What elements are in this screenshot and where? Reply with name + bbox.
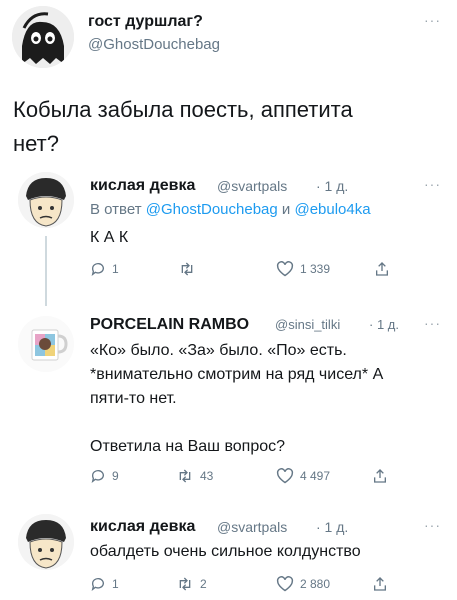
like-count: 2 880 [300,577,331,591]
retweet-button[interactable] [178,261,202,277]
retweet-button[interactable]: 43 [176,468,213,484]
reply-button[interactable]: 9 [90,468,119,484]
share-button[interactable] [374,261,390,277]
retweet-count: 2 [200,577,207,591]
avatar-ghostdouchebag[interactable] [12,6,74,68]
avatar-svartpals[interactable] [18,514,74,570]
heart-icon [276,468,294,484]
reply2-text-line4: Ответила на Ваш вопрос? [90,438,286,455]
share-icon [374,577,386,591]
share-icon [376,262,388,276]
like-button[interactable]: 1 339 [276,261,330,277]
share-icon [374,469,386,483]
share-button[interactable] [372,576,388,592]
reply3-author-handle[interactable]: @svartpals [217,519,287,535]
reply-count: 1 [112,262,119,276]
replying-user-link-2[interactable]: @ebulo4ka [294,201,370,218]
retweet-count: 43 [200,469,214,483]
reply2-actions: 9 43 4 497 [90,468,410,486]
reply-button[interactable]: 1 [90,576,119,592]
like-count: 1 339 [300,262,331,276]
original-author-name[interactable]: гост дуршлаг? [88,13,203,31]
retweet-icon [179,577,191,591]
reply3-text: обалдеть очень сильное колдунство [90,543,361,560]
like-button[interactable]: 2 880 [276,576,330,592]
wojak-avatar-icon [18,172,74,228]
like-count: 4 497 [300,469,331,483]
reply-button[interactable]: 1 [90,261,119,277]
reply-count: 9 [112,469,119,483]
like-button[interactable]: 4 497 [276,468,330,484]
retweet-icon [179,469,191,483]
more-options-icon[interactable]: ··· [424,176,441,192]
reply1-actions: 1 1 339 [90,261,410,279]
replying-prefix: В ответ [90,201,142,218]
original-author-handle[interactable]: @GhostDouchebag [88,36,220,53]
replying-user-link-1[interactable]: @GhostDouchebag [146,201,278,218]
ghost-avatar-icon [12,6,74,68]
reply1-timestamp[interactable]: · 1 д. [316,178,348,194]
reply1-text: К А К [90,229,129,246]
reply1-replying-to: В ответ @GhostDouchebag и @ebulo4ka [90,201,371,218]
more-options-icon[interactable]: ··· [424,517,441,533]
original-tweet-text-line2: нет? [13,131,59,156]
reply2-text-line2: *внимательно смотрим на ряд чисел* А [90,366,384,383]
reply3-timestamp[interactable]: · 1 д. [316,519,348,535]
reply3-author-name[interactable]: кислая девка [90,518,195,536]
reply2-timestamp[interactable]: · 1 д. [369,317,399,332]
heart-icon [276,576,294,592]
thread-line [45,236,47,306]
retweet-icon [181,262,193,276]
wojak-avatar-icon [18,514,74,570]
reply-icon [91,578,104,591]
reply-count: 1 [112,577,119,591]
original-tweet-text-line1: Кобыла забыла поесть, аппетита [13,97,353,122]
avatar-sinsi-tilki[interactable] [18,316,74,372]
retweet-button[interactable]: 2 [176,576,207,592]
share-button[interactable] [372,468,388,484]
reply1-author-handle[interactable]: @svartpals [217,178,287,194]
reply2-author-handle[interactable]: @sinsi_tilki [275,317,340,332]
more-options-icon[interactable]: ··· [424,315,441,331]
more-options-icon[interactable]: ··· [424,12,441,28]
avatar-svartpals[interactable] [18,172,74,228]
reply3-actions: 1 2 2 880 [90,576,410,594]
reply-icon [91,470,104,483]
reply2-text-line3: пяти-то нет. [90,390,177,407]
reply-icon [91,263,104,276]
replying-and: и [281,201,291,218]
heart-icon [276,261,294,277]
reply2-author-name[interactable]: PORCELAIN RAMBO [90,316,249,334]
reply1-author-name[interactable]: кислая девка [90,177,195,195]
reply2-text-line1: «Ко» было. «За» было. «По» есть. [90,342,347,359]
mug-avatar-icon [18,316,74,372]
